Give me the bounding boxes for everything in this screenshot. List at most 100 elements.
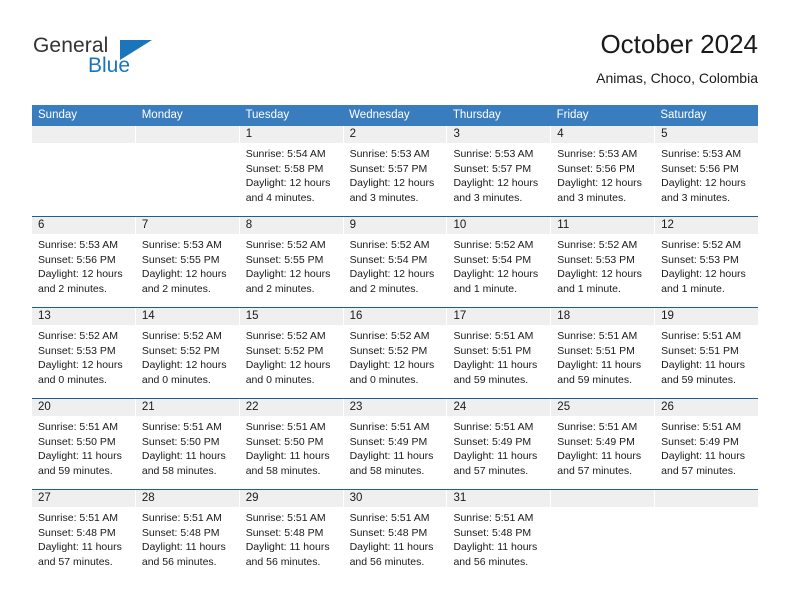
day-cell[interactable]: 29 Sunrise: 5:51 AM Sunset: 5:48 PM Dayligh… bbox=[239, 490, 344, 580]
weekday-header-wednesday: Wednesday bbox=[349, 109, 410, 121]
day-detail-line: Daylight: 12 hours bbox=[557, 177, 642, 189]
day-cell[interactable]: 9 Sunrise: 5:52 AM Sunset: 5:54 PM Daylight… bbox=[343, 217, 448, 307]
day-cell[interactable]: 15 Sunrise: 5:52 AM Sunset: 5:52 PM Dayligh… bbox=[239, 308, 344, 398]
day-detail-line: Daylight: 12 hours bbox=[349, 177, 435, 189]
day-detail-line: and 2 minutes. bbox=[38, 282, 107, 295]
day-number: 31 bbox=[447, 490, 551, 507]
day-detail-line: Daylight: 11 hours bbox=[453, 450, 538, 462]
day-details: Sunrise: 5:53 AM Sunset: 5:56 PM Daylight:… bbox=[551, 143, 654, 205]
day-detail-line: Sunrise: 5:53 AM bbox=[453, 148, 534, 160]
day-detail-line: Sunset: 5:56 PM bbox=[38, 253, 116, 266]
day-detail-line: Sunset: 5:56 PM bbox=[661, 162, 739, 175]
day-cell[interactable]: 7 Sunrise: 5:53 AM Sunset: 5:55 PM Daylight… bbox=[135, 217, 240, 307]
day-details: Sunrise: 5:51 AM Sunset: 5:51 PM Daylight:… bbox=[447, 325, 550, 387]
day-number: 9 bbox=[343, 217, 447, 234]
day-cell[interactable]: 14 Sunrise: 5:52 AM Sunset: 5:52 PM Dayligh… bbox=[135, 308, 240, 398]
day-cell[interactable]: 13 Sunrise: 5:52 AM Sunset: 5:53 PM Dayligh… bbox=[32, 308, 136, 398]
day-number: 29 bbox=[239, 490, 343, 507]
day-details: Sunrise: 5:52 AM Sunset: 5:53 PM Daylight:… bbox=[655, 234, 758, 296]
day-cell[interactable]: 4 Sunrise: 5:53 AM Sunset: 5:56 PM Daylight… bbox=[551, 126, 656, 216]
day-details: Sunrise: 5:53 AM Sunset: 5:57 PM Daylight:… bbox=[447, 143, 550, 205]
day-cell-empty bbox=[32, 126, 136, 216]
day-detail-line: and 2 minutes. bbox=[245, 282, 315, 295]
general-blue-logo[interactable]: General Blue bbox=[32, 32, 232, 88]
day-detail-line: Sunrise: 5:51 AM bbox=[557, 421, 638, 433]
day-cell[interactable]: 30 Sunrise: 5:51 AM Sunset: 5:48 PM Dayligh… bbox=[343, 490, 448, 580]
day-detail-line: Sunrise: 5:52 AM bbox=[349, 239, 430, 251]
day-cell[interactable]: 11 Sunrise: 5:52 AM Sunset: 5:53 PM Dayligh… bbox=[551, 217, 656, 307]
day-detail-line: and 0 minutes. bbox=[141, 373, 211, 386]
day-detail-line: Daylight: 12 hours bbox=[38, 359, 123, 371]
day-detail-line: Sunset: 5:49 PM bbox=[453, 435, 532, 448]
day-cell-empty bbox=[551, 490, 656, 580]
day-detail-line: Sunrise: 5:52 AM bbox=[141, 330, 222, 342]
page-title: October 2024 bbox=[600, 29, 758, 59]
day-detail-line: Daylight: 11 hours bbox=[38, 541, 122, 553]
day-detail-line: and 0 minutes. bbox=[245, 373, 315, 386]
day-number: 21 bbox=[135, 399, 239, 416]
day-details: Sunrise: 5:54 AM Sunset: 5:58 PM Daylight:… bbox=[240, 143, 343, 205]
day-detail-line: Daylight: 12 hours bbox=[245, 359, 331, 371]
day-cell[interactable]: 3 Sunrise: 5:53 AM Sunset: 5:57 PM Daylight… bbox=[447, 126, 552, 216]
day-cell[interactable]: 26 Sunrise: 5:51 AM Sunset: 5:49 PM Dayligh… bbox=[655, 399, 759, 489]
day-cell[interactable]: 28 Sunrise: 5:51 AM Sunset: 5:48 PM Dayligh… bbox=[135, 490, 240, 580]
weekday-header-saturday: Saturday bbox=[660, 109, 707, 121]
weekday-header-thursday: Thursday bbox=[452, 109, 501, 121]
day-detail-line: Sunset: 5:49 PM bbox=[557, 435, 635, 448]
day-number: 19 bbox=[655, 308, 759, 325]
day-cell[interactable]: 12 Sunrise: 5:52 AM Sunset: 5:53 PM Dayligh… bbox=[655, 217, 759, 307]
day-detail-line: Sunrise: 5:52 AM bbox=[349, 330, 430, 342]
day-cell[interactable]: 21 Sunrise: 5:51 AM Sunset: 5:50 PM Dayligh… bbox=[135, 399, 240, 489]
day-detail-line: Sunrise: 5:51 AM bbox=[453, 330, 534, 342]
day-details: Sunrise: 5:51 AM Sunset: 5:48 PM Daylight:… bbox=[136, 507, 239, 569]
day-detail-line: Sunrise: 5:52 AM bbox=[245, 330, 326, 342]
day-detail-line: and 1 minute. bbox=[661, 282, 725, 295]
day-detail-line: Daylight: 11 hours bbox=[245, 450, 330, 462]
day-details: Sunrise: 5:53 AM Sunset: 5:55 PM Daylight:… bbox=[136, 234, 239, 296]
day-detail-line: and 58 minutes. bbox=[141, 464, 217, 477]
day-detail-line: Daylight: 11 hours bbox=[661, 359, 746, 371]
day-cell[interactable]: 24 Sunrise: 5:51 AM Sunset: 5:49 PM Dayligh… bbox=[447, 399, 552, 489]
page-header: General Blue October 2024 Animas, Choco,… bbox=[32, 28, 758, 100]
day-cell[interactable]: 18 Sunrise: 5:51 AM Sunset: 5:51 PM Dayligh… bbox=[551, 308, 656, 398]
day-detail-line: and 0 minutes. bbox=[349, 373, 419, 386]
day-cell[interactable]: 23 Sunrise: 5:51 AM Sunset: 5:49 PM Dayligh… bbox=[343, 399, 448, 489]
calendar-week-row: 6 Sunrise: 5:53 AM Sunset: 5:56 PM Daylight… bbox=[32, 216, 759, 307]
day-details: Sunrise: 5:53 AM Sunset: 5:56 PM Daylight:… bbox=[655, 143, 758, 205]
day-detail-line: Sunset: 5:54 PM bbox=[453, 253, 532, 266]
day-details: Sunrise: 5:51 AM Sunset: 5:48 PM Daylight:… bbox=[32, 507, 135, 569]
day-cell[interactable]: 22 Sunrise: 5:51 AM Sunset: 5:50 PM Dayligh… bbox=[239, 399, 344, 489]
day-number: 7 bbox=[135, 217, 239, 234]
day-number: 14 bbox=[135, 308, 239, 325]
day-detail-line: and 4 minutes. bbox=[245, 191, 315, 204]
day-cell[interactable]: 31 Sunrise: 5:51 AM Sunset: 5:48 PM Dayligh… bbox=[447, 490, 552, 580]
day-detail-line: Sunset: 5:49 PM bbox=[661, 435, 739, 448]
day-cell[interactable]: 20 Sunrise: 5:51 AM Sunset: 5:50 PM Dayligh… bbox=[32, 399, 136, 489]
day-detail-line: and 3 minutes. bbox=[557, 191, 627, 204]
day-detail-line: Sunrise: 5:51 AM bbox=[245, 512, 326, 524]
day-detail-line: Sunrise: 5:51 AM bbox=[453, 512, 534, 524]
day-cell[interactable]: 16 Sunrise: 5:52 AM Sunset: 5:52 PM Dayligh… bbox=[343, 308, 448, 398]
day-cell[interactable]: 25 Sunrise: 5:51 AM Sunset: 5:49 PM Dayligh… bbox=[551, 399, 656, 489]
day-cell[interactable]: 19 Sunrise: 5:51 AM Sunset: 5:51 PM Dayligh… bbox=[655, 308, 759, 398]
day-detail-line: Daylight: 12 hours bbox=[661, 177, 746, 189]
day-cell[interactable]: 27 Sunrise: 5:51 AM Sunset: 5:48 PM Dayligh… bbox=[32, 490, 136, 580]
day-detail-line: Sunset: 5:52 PM bbox=[349, 344, 428, 357]
day-detail-line: Sunrise: 5:53 AM bbox=[661, 148, 742, 160]
day-number: 24 bbox=[447, 399, 551, 416]
day-details: Sunrise: 5:51 AM Sunset: 5:51 PM Daylight:… bbox=[655, 325, 758, 387]
day-details: Sunrise: 5:51 AM Sunset: 5:49 PM Daylight:… bbox=[655, 416, 758, 478]
day-cell[interactable]: 8 Sunrise: 5:52 AM Sunset: 5:55 PM Daylight… bbox=[239, 217, 344, 307]
day-detail-line: and 57 minutes. bbox=[557, 464, 633, 477]
day-cell[interactable]: 6 Sunrise: 5:53 AM Sunset: 5:56 PM Daylight… bbox=[32, 217, 136, 307]
day-number: 8 bbox=[239, 217, 343, 234]
day-cell[interactable]: 10 Sunrise: 5:52 AM Sunset: 5:54 PM Dayligh… bbox=[447, 217, 552, 307]
day-detail-line: Daylight: 11 hours bbox=[557, 359, 642, 371]
day-detail-line: Sunrise: 5:51 AM bbox=[245, 421, 326, 433]
day-cell[interactable]: 17 Sunrise: 5:51 AM Sunset: 5:51 PM Dayligh… bbox=[447, 308, 552, 398]
weekday-header-tuesday: Tuesday bbox=[245, 109, 290, 121]
day-cell[interactable]: 1 Sunrise: 5:54 AM Sunset: 5:58 PM Daylight… bbox=[239, 126, 344, 216]
day-details: Sunrise: 5:51 AM Sunset: 5:50 PM Daylight:… bbox=[136, 416, 239, 478]
day-cell[interactable]: 2 Sunrise: 5:53 AM Sunset: 5:57 PM Daylight… bbox=[343, 126, 448, 216]
day-cell[interactable]: 5 Sunrise: 5:53 AM Sunset: 5:56 PM Daylight… bbox=[655, 126, 759, 216]
